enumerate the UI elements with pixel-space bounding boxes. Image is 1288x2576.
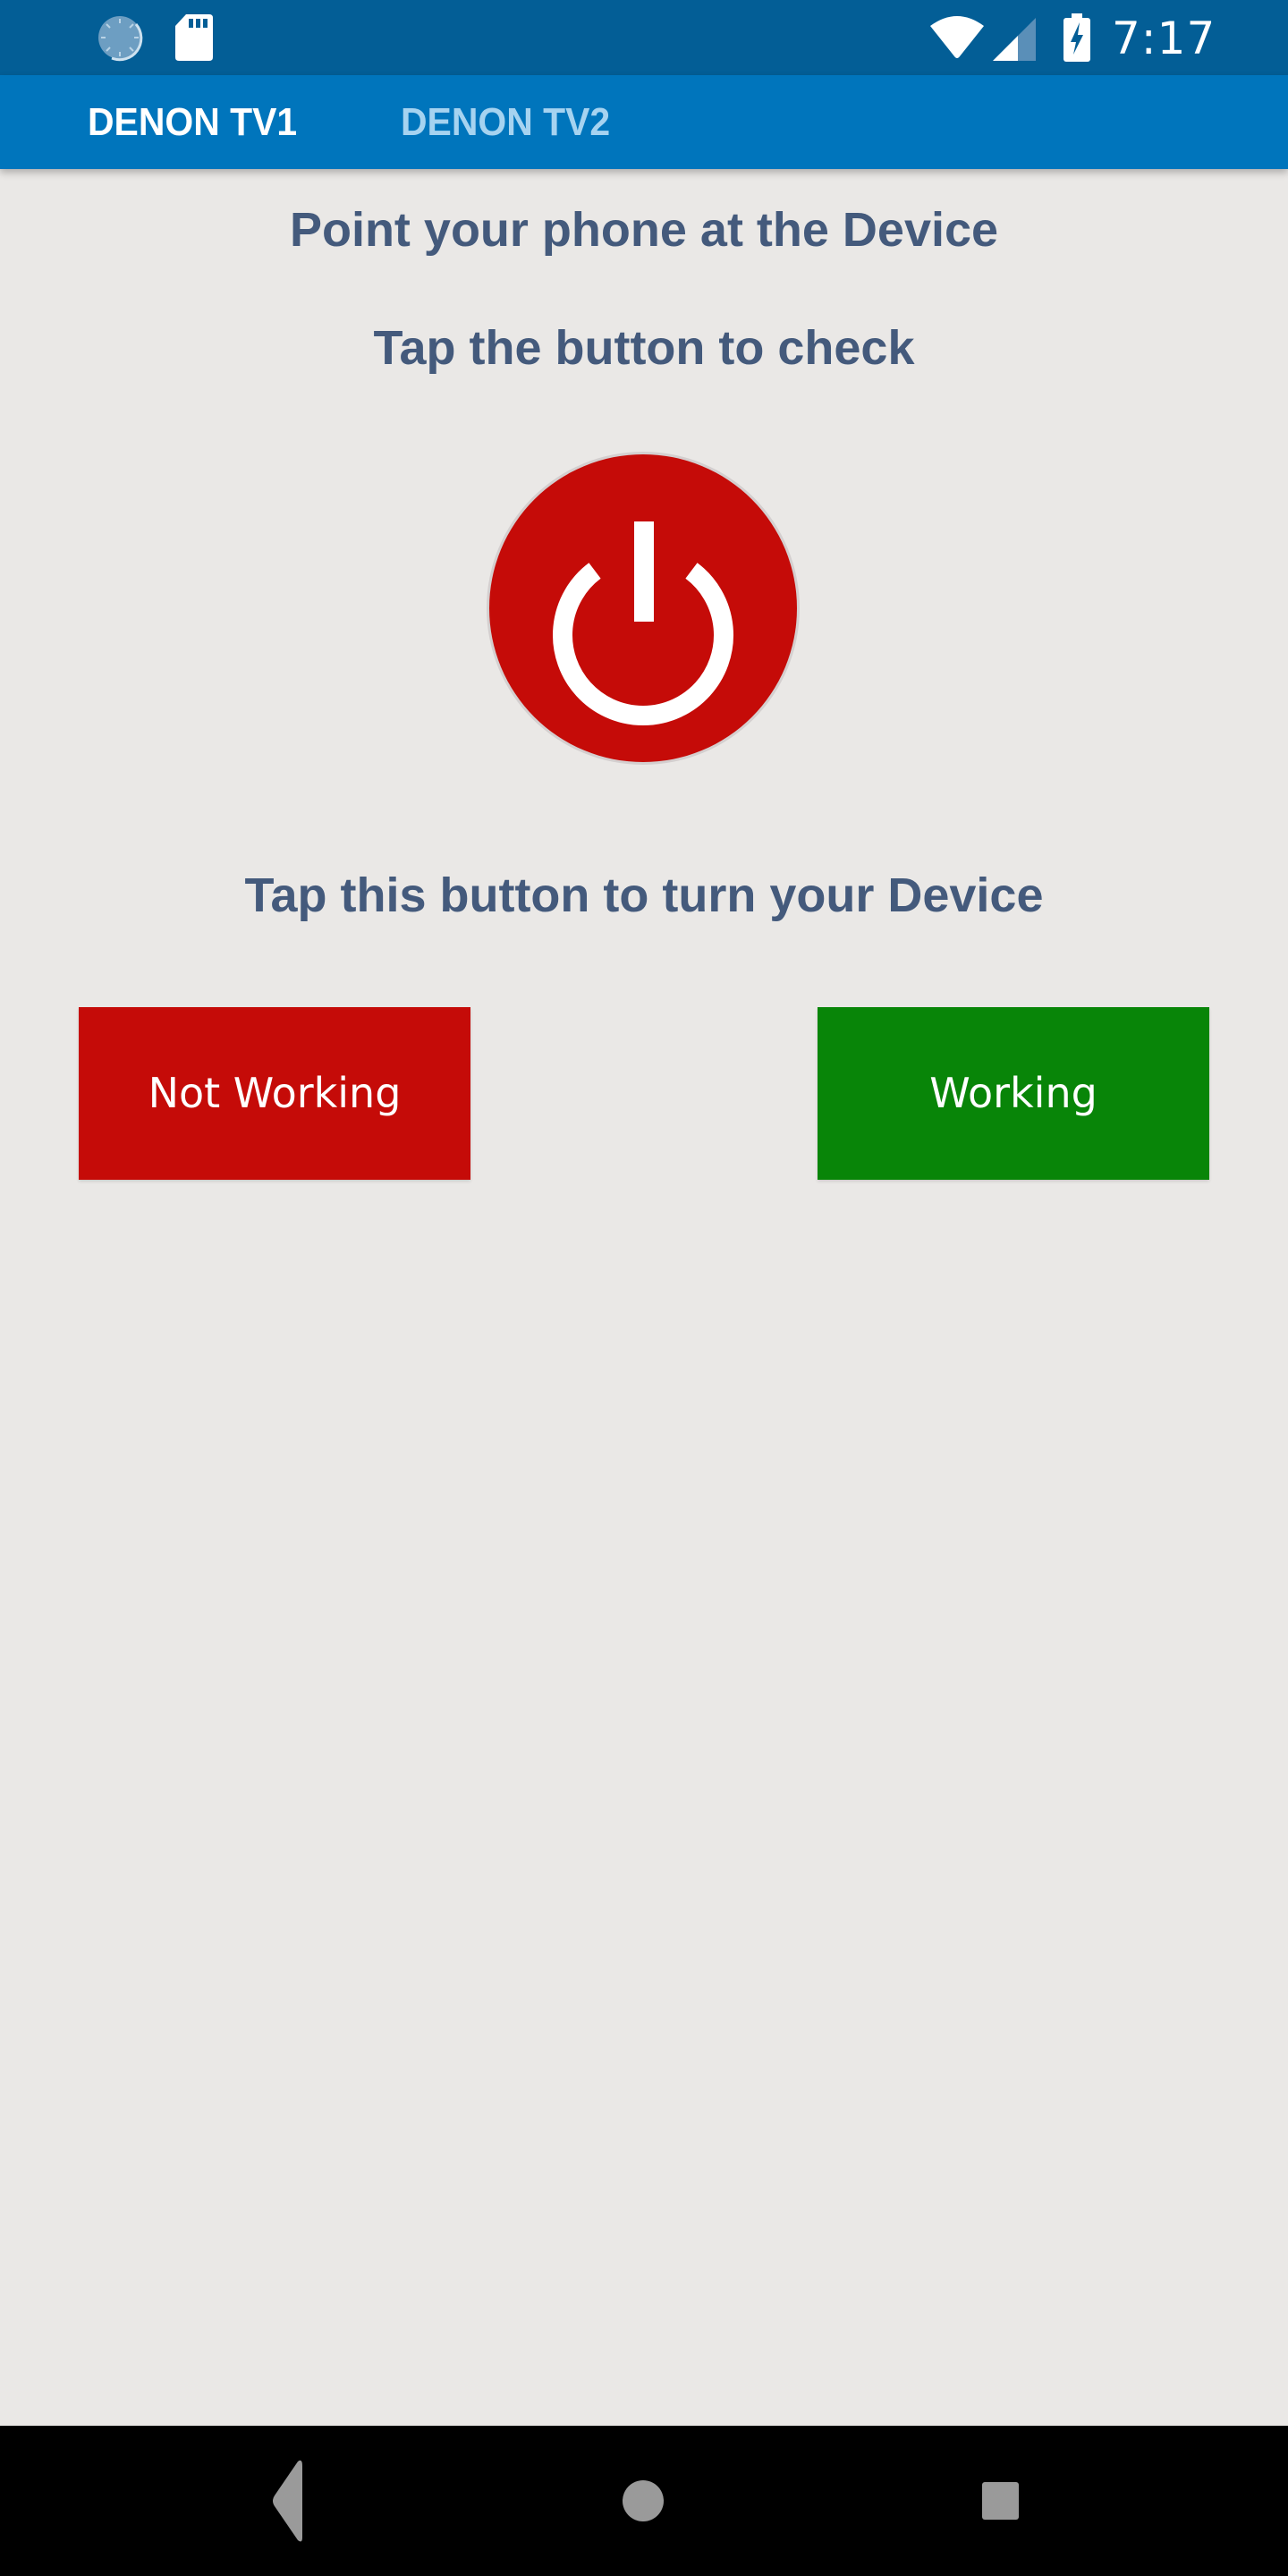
cellular-signal-icon <box>993 18 1036 65</box>
battery-charging-icon <box>1063 13 1090 66</box>
recents-button[interactable] <box>911 2426 1089 2576</box>
home-icon <box>623 2480 664 2521</box>
sd-card-icon <box>175 14 213 65</box>
tab-denon-tv1[interactable]: DENON TV1 <box>88 75 297 169</box>
not-working-button[interactable]: Not Working <box>79 1007 470 1180</box>
status-bar: 7:17 <box>0 0 1288 75</box>
wifi-icon <box>930 15 984 64</box>
home-button[interactable] <box>554 2426 733 2576</box>
instruction-point-phone: Point your phone at the Device <box>289 203 999 257</box>
working-button[interactable]: Working <box>818 1007 1209 1180</box>
sync-icon <box>96 13 144 66</box>
power-icon <box>553 521 733 725</box>
navigation-bar <box>0 2426 1288 2576</box>
instruction-turn-device: Tap this button to turn your Device <box>244 869 1044 922</box>
back-icon <box>273 2460 302 2542</box>
power-button[interactable] <box>489 454 797 762</box>
instruction-tap-check: Tap the button to check <box>373 321 915 375</box>
tab-bar: DENON TV1 DENON TV2 <box>0 75 1288 169</box>
status-time: 7:17 <box>1112 13 1216 64</box>
tab-denon-tv2[interactable]: DENON TV2 <box>401 75 610 169</box>
back-button[interactable] <box>198 2426 377 2576</box>
recents-icon <box>982 2482 1019 2520</box>
